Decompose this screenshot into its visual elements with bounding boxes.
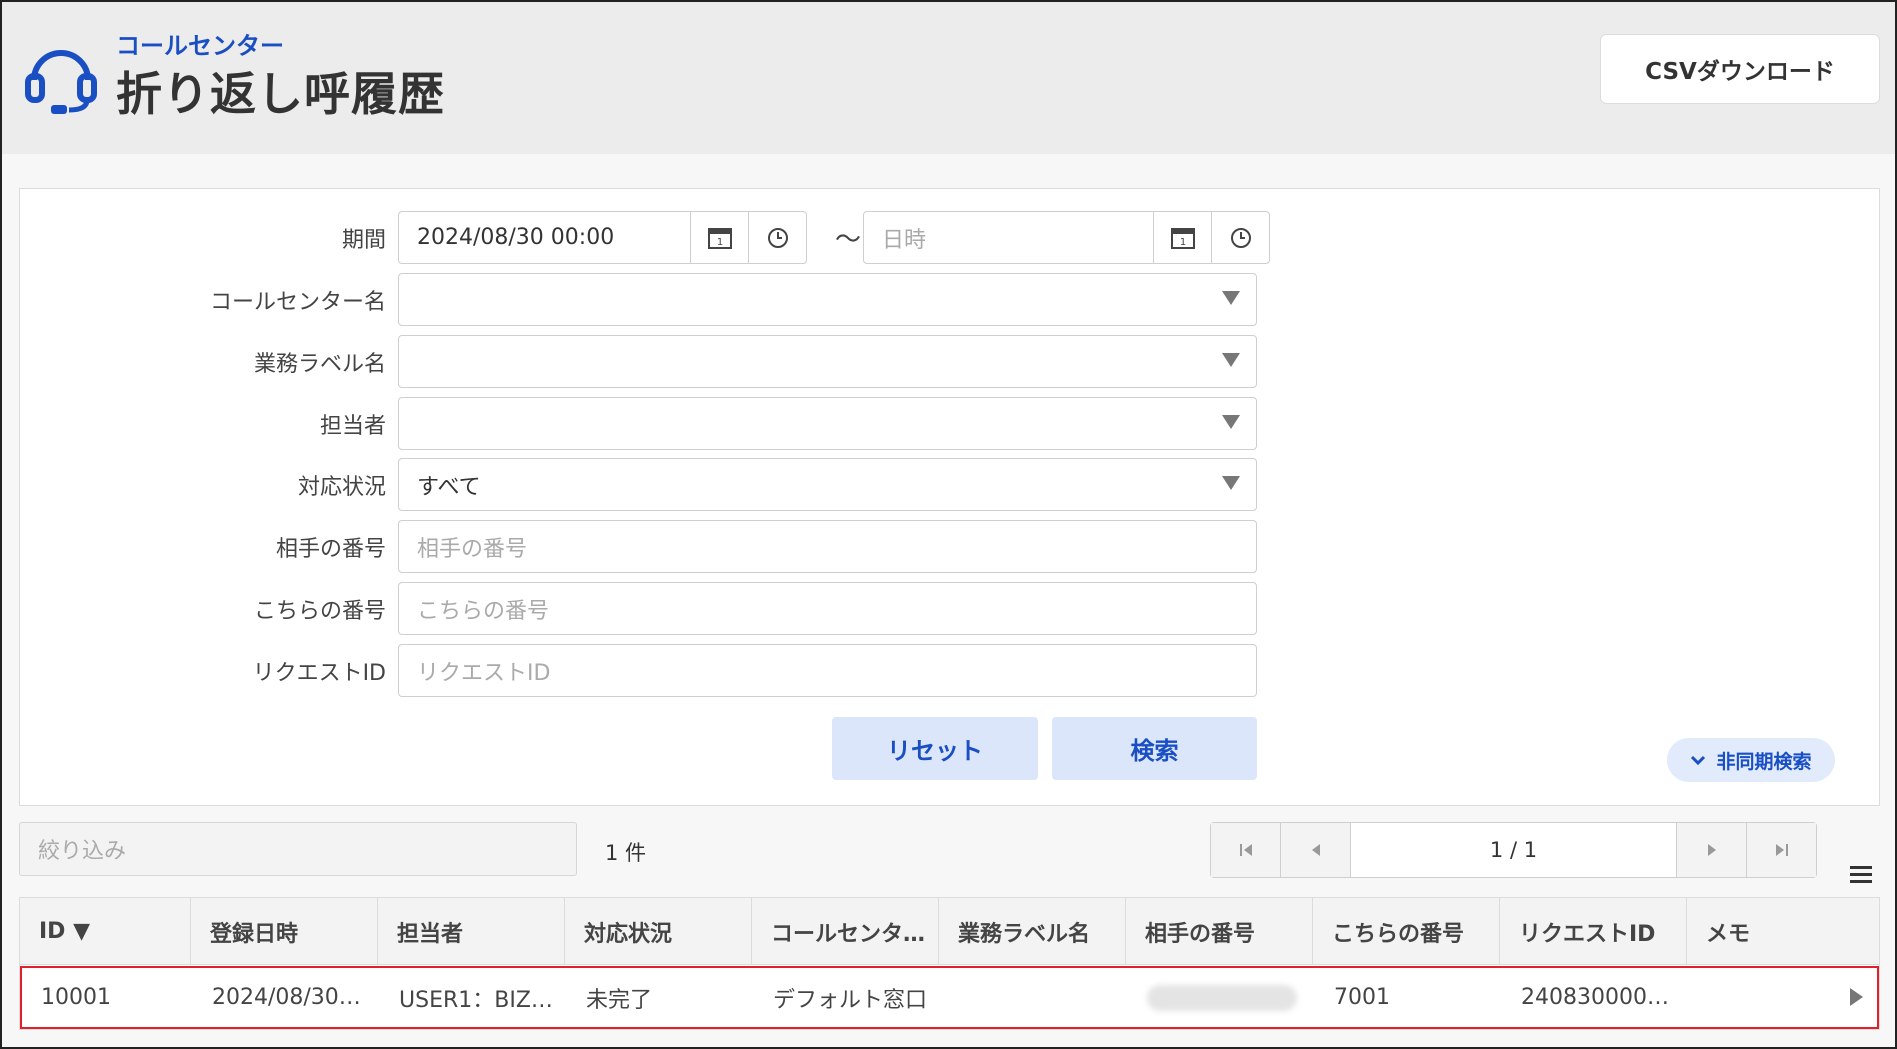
table-header: ID ▼ 登録日時 担当者 対応状況 コールセンタ… 業務ラベル名 相手の番号 … (20, 898, 1879, 965)
period-to-placeholder: 日時 (882, 227, 927, 253)
table-row[interactable]: 10001 2024/08/30… USER1：BIZ… 未完了 デフォルト窓口… (20, 966, 1879, 1029)
status-label: 対応状況 (297, 475, 386, 500)
page: コールセンター 折り返し呼履歴 CSVダウンロード 期間 2024/08/30 … (0, 0, 1897, 1049)
page-indicator: 1 / 1 (1489, 838, 1538, 862)
column-header-status[interactable]: 対応状況 (565, 898, 752, 965)
results-table: ID ▼ 登録日時 担当者 対応状況 コールセンタ… 業務ラベル名 相手の番号 … (19, 897, 1880, 1030)
cell-partner-number (1128, 968, 1315, 1027)
filter-input[interactable]: 絞り込み (19, 822, 577, 876)
csv-download-button[interactable]: CSVダウンロード (1600, 34, 1880, 104)
cell-assignee: USER1：BIZ… (399, 987, 553, 1013)
calendar-icon[interactable]: 1 (1153, 212, 1211, 263)
prev-page-button[interactable] (1281, 823, 1351, 877)
request-id-label: リクエストID (252, 661, 386, 686)
dropdown-arrow-icon (1222, 476, 1240, 490)
headset-icon (25, 50, 97, 114)
last-page-button[interactable] (1746, 823, 1816, 877)
result-count: 1 件 (605, 841, 647, 865)
partner-number-input[interactable]: 相手の番号 (398, 520, 1257, 573)
status-value: すべて (417, 474, 481, 500)
row-expand-arrow-icon[interactable] (1850, 988, 1863, 1006)
request-id-placeholder: リクエストID (417, 660, 551, 686)
dropdown-arrow-icon (1222, 415, 1240, 429)
page-title: 折り返し呼履歴 (116, 67, 445, 121)
filter-placeholder: 絞り込み (38, 839, 127, 864)
our-number-input[interactable]: こちらの番号 (398, 582, 1257, 635)
dropdown-arrow-icon (1222, 353, 1240, 367)
header: コールセンター 折り返し呼履歴 CSVダウンロード (2, 2, 1895, 154)
column-header-id[interactable]: ID ▼ (20, 898, 191, 965)
column-header-callcenter[interactable]: コールセンタ… (752, 898, 939, 965)
business-label-select[interactable] (398, 335, 1257, 388)
cell-id: 10001 (41, 985, 111, 1010)
column-header-memo[interactable]: メモ (1687, 898, 1879, 965)
column-header-partner-number[interactable]: 相手の番号 (1126, 898, 1313, 965)
pager: 1 / 1 (1210, 822, 1817, 878)
column-header-registered[interactable]: 登録日時 (191, 898, 378, 965)
cell-business-label (941, 968, 1128, 1027)
column-header-business-label[interactable]: 業務ラベル名 (939, 898, 1126, 965)
period-to-field[interactable]: 日時 1 (863, 211, 1270, 264)
chevron-down-icon (1691, 755, 1706, 766)
svg-text:1: 1 (716, 237, 722, 248)
redacted-number (1147, 984, 1297, 1011)
period-from-field[interactable]: 2024/08/30 00:00 1 (398, 211, 807, 264)
period-separator: ～ (835, 225, 862, 255)
dropdown-arrow-icon (1222, 291, 1240, 305)
our-number-placeholder: こちらの番号 (417, 598, 550, 624)
our-number-label: こちらの番号 (253, 599, 386, 624)
business-label-label: 業務ラベル名 (253, 352, 386, 377)
column-menu-icon[interactable] (1850, 865, 1872, 885)
partner-number-placeholder: 相手の番号 (417, 536, 528, 562)
first-page-button[interactable] (1211, 823, 1281, 877)
calendar-icon[interactable]: 1 (690, 212, 748, 263)
cell-our-number: 7001 (1334, 985, 1390, 1010)
column-header-assignee[interactable]: 担当者 (378, 898, 565, 965)
async-search-button[interactable]: 非同期検索 (1667, 738, 1835, 782)
assignee-select[interactable] (398, 397, 1257, 450)
last-page-icon (1775, 844, 1788, 856)
clock-icon[interactable] (1211, 212, 1269, 263)
cell-status: 未完了 (586, 987, 653, 1013)
callcenter-label: コールセンター名 (209, 290, 386, 315)
status-select[interactable]: すべて (398, 458, 1257, 511)
assignee-label: 担当者 (319, 414, 386, 439)
period-from-value: 2024/08/30 00:00 (417, 225, 615, 250)
search-panel: 期間 2024/08/30 00:00 1 ～ 日時 1 コールセンター名 業務… (19, 188, 1880, 806)
next-page-icon (1707, 844, 1716, 856)
async-search-label: 非同期検索 (1716, 750, 1812, 773)
svg-text:1: 1 (1179, 237, 1185, 248)
page-subtitle: コールセンター (116, 32, 284, 60)
next-page-button[interactable] (1676, 823, 1746, 877)
partner-number-label: 相手の番号 (275, 537, 386, 562)
column-header-our-number[interactable]: こちらの番号 (1313, 898, 1500, 965)
search-button[interactable]: 検索 (1052, 717, 1257, 780)
first-page-icon (1239, 844, 1252, 856)
cell-callcenter: デフォルト窓口 (773, 987, 928, 1013)
cell-request-id: 240830000… (1521, 985, 1669, 1010)
request-id-input[interactable]: リクエストID (398, 644, 1257, 697)
prev-page-icon (1311, 844, 1320, 856)
reset-button[interactable]: リセット (832, 717, 1038, 780)
cell-memo (1689, 968, 1839, 1027)
clock-icon[interactable] (748, 212, 806, 263)
callcenter-select[interactable] (398, 273, 1257, 326)
period-label: 期間 (341, 228, 386, 253)
cell-registered: 2024/08/30… (212, 985, 361, 1010)
column-header-request-id[interactable]: リクエストID (1500, 898, 1687, 965)
